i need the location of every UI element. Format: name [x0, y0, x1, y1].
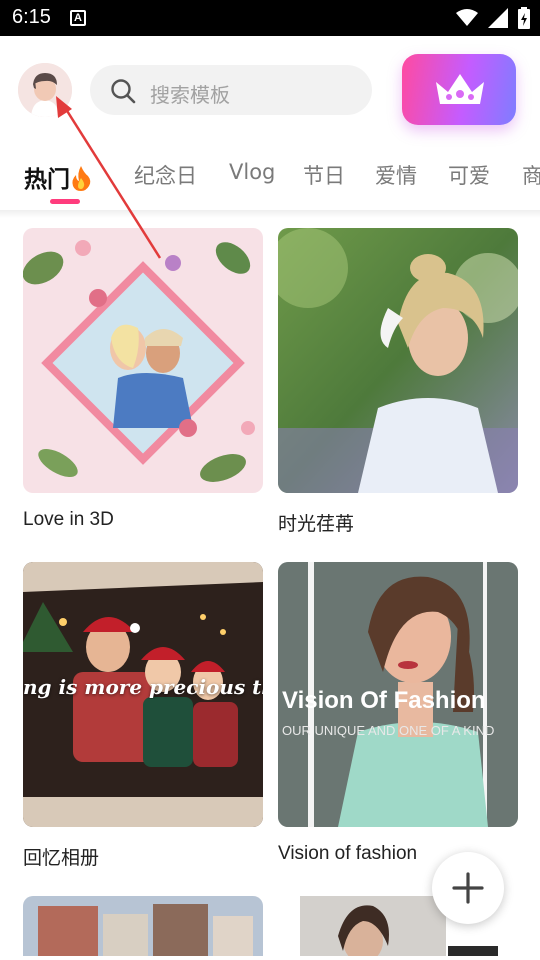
tab-divider: [0, 210, 540, 218]
template-card[interactable]: Love in 3D: [23, 228, 263, 531]
tab-love[interactable]: 爱情: [375, 160, 417, 190]
crown-icon: [436, 74, 484, 104]
user-avatar[interactable]: [18, 63, 72, 117]
active-tab-indicator: [50, 199, 80, 204]
avatar-icon: [18, 63, 72, 117]
template-thumbnail[interactable]: Vision Of Fashion OUR UNIQUE AND ONE OF …: [278, 562, 518, 827]
template-thumbnail[interactable]: ng is more precious than: [23, 562, 263, 827]
template-card[interactable]: Vision Of Fashion OUR UNIQUE AND ONE OF …: [278, 562, 518, 865]
tab-holiday[interactable]: 节日: [303, 160, 345, 190]
tab-hot[interactable]: 热门: [24, 160, 92, 194]
template-image: [23, 228, 263, 493]
notification-icon: A: [70, 10, 86, 26]
template-image: [278, 228, 518, 493]
tab-cute[interactable]: 可爱: [448, 160, 490, 190]
overlay-title: Vision Of Fashion: [282, 687, 486, 714]
status-time: 6:15: [12, 6, 51, 28]
template-card[interactable]: [23, 896, 263, 956]
status-icons: [456, 7, 530, 29]
overlay-subtitle: OUR UNIQUE AND ONE OF A KIND: [282, 723, 495, 738]
vip-button[interactable]: [402, 54, 516, 125]
search-icon: [111, 79, 136, 104]
fire-icon: [72, 166, 91, 191]
create-button[interactable]: [432, 852, 504, 924]
template-thumbnail[interactable]: [23, 896, 263, 956]
tab-business[interactable]: 商: [522, 160, 540, 190]
tab-anniversary[interactable]: 纪念日: [134, 160, 197, 190]
template-title: Love in 3D: [23, 509, 114, 530]
template-thumbnail[interactable]: [23, 228, 263, 493]
battery-icon: [518, 7, 530, 29]
overlay-caption: ng is more precious than: [23, 675, 263, 699]
template-thumbnail[interactable]: [278, 228, 518, 493]
template-card[interactable]: 时光荏苒: [278, 228, 518, 536]
template-title: 回忆相册: [23, 848, 100, 869]
search-placeholder: 搜索模板: [150, 83, 230, 107]
wifi-icon: [456, 9, 478, 26]
signal-icon: [488, 8, 508, 28]
template-title: 时光荏苒: [278, 514, 355, 535]
search-bar[interactable]: 搜索模板: [90, 65, 372, 115]
tab-vlog[interactable]: Vlog: [229, 160, 275, 184]
plus-icon: [452, 872, 484, 904]
template-image: [23, 896, 263, 956]
status-bar: 6:15 A: [0, 0, 540, 36]
template-card[interactable]: ng is more precious than 回忆相册: [23, 562, 263, 870]
category-tabs: 热门 纪念日 Vlog 节日 爱情 可爱 商: [0, 150, 540, 210]
